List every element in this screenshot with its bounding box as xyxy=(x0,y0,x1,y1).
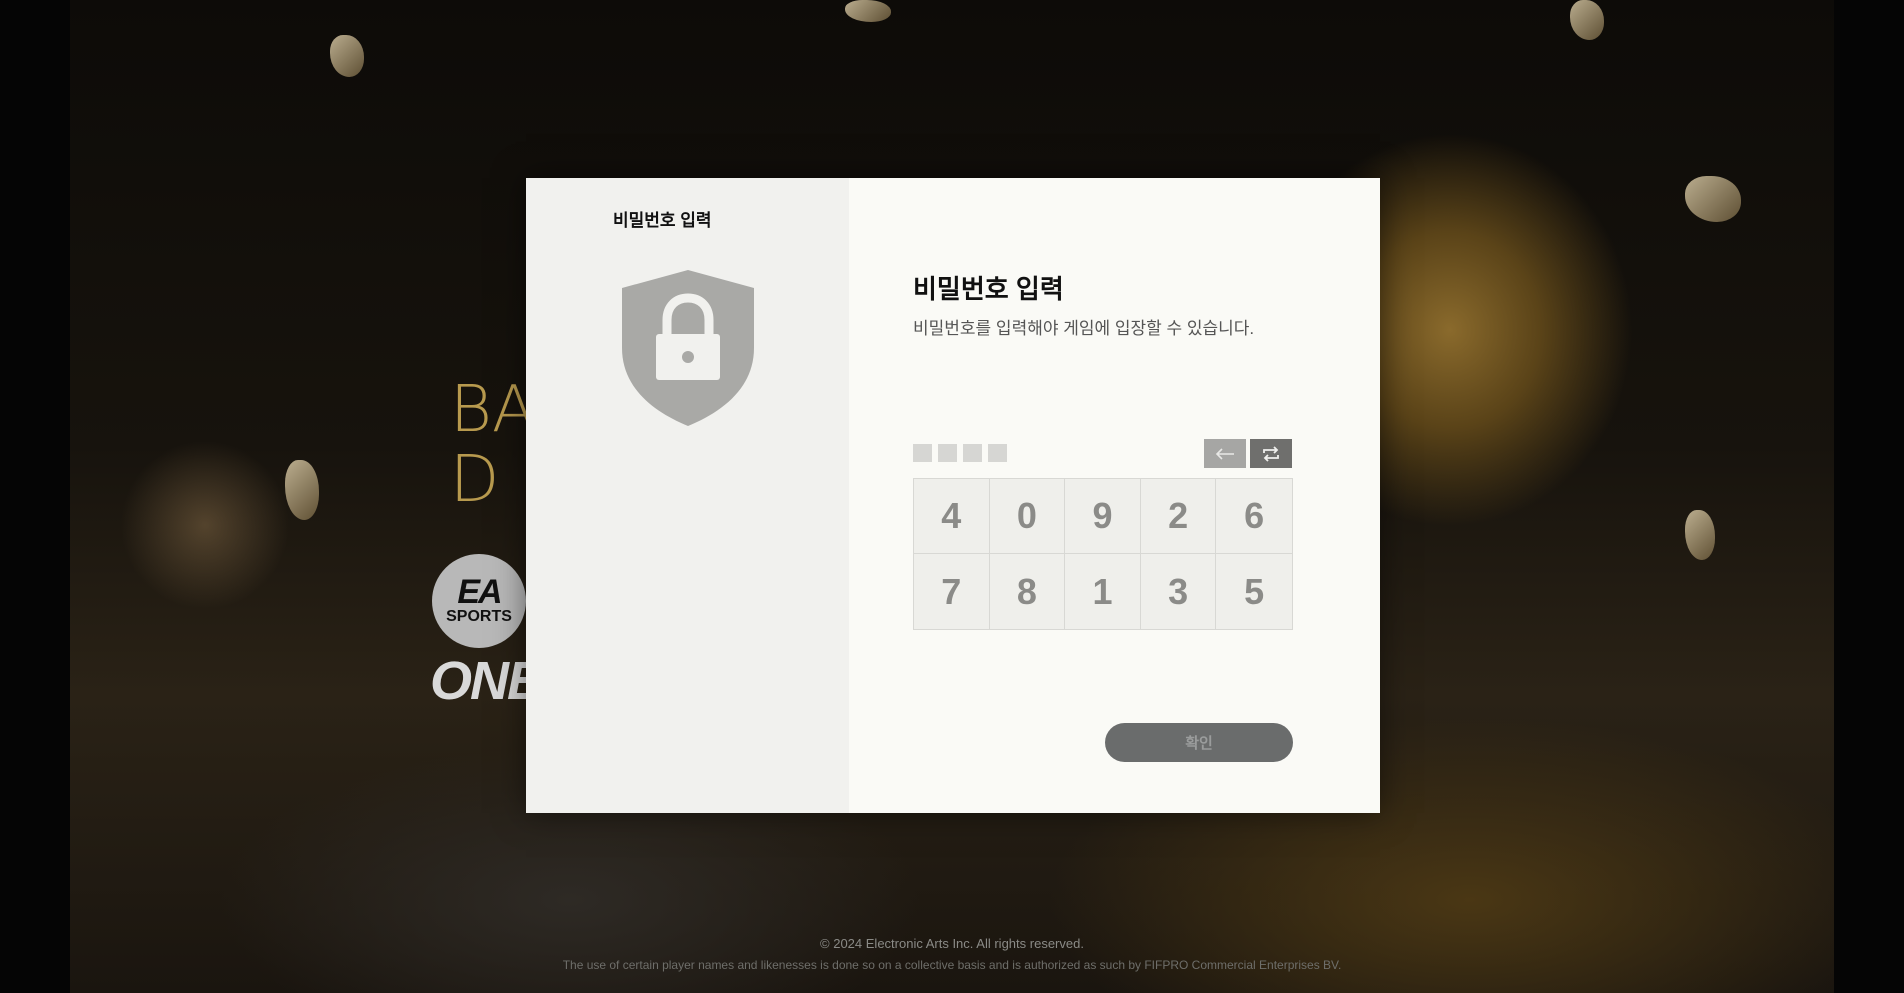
pin-slot xyxy=(913,444,932,462)
dialog-heading: 비밀번호 입력 xyxy=(913,274,1064,304)
ea-sports-logo: EA SPORTS xyxy=(432,554,526,648)
shuffle-keypad-button[interactable] xyxy=(1250,439,1292,468)
game-launcher-screen: BA D EA SPORTS ONE 비밀번호 입력 비밀번호 입력 비밀번호를… xyxy=(0,0,1904,993)
refresh-icon xyxy=(1263,445,1279,462)
backspace-button[interactable] xyxy=(1204,439,1246,468)
confirm-button[interactable]: 확인 xyxy=(1105,723,1293,762)
dialog-description: 비밀번호를 입력해야 게임에 입장할 수 있습니다. xyxy=(913,319,1255,338)
keypad-key[interactable]: 3 xyxy=(1140,554,1217,629)
keypad-key[interactable]: 7 xyxy=(914,554,990,629)
keypad-key[interactable]: 1 xyxy=(1065,554,1141,629)
pin-input-display xyxy=(913,444,1007,462)
brand-word: ONE xyxy=(430,651,543,711)
shield-lock-icon xyxy=(622,270,754,426)
copyright-text: © 2024 Electronic Arts Inc. All rights r… xyxy=(820,936,1084,951)
keypad-key[interactable]: 2 xyxy=(1140,479,1217,554)
dialog-sidebar: 비밀번호 입력 xyxy=(526,178,849,813)
license-notice-text: The use of certain player names and like… xyxy=(562,958,1342,972)
pin-slot xyxy=(988,444,1007,462)
number-keypad: 4 0 9 2 6 7 8 1 3 5 xyxy=(913,478,1293,630)
letterbox-left xyxy=(0,0,70,993)
keypad-key[interactable]: 0 xyxy=(989,479,1066,554)
dialog-content: 비밀번호 입력 비밀번호를 입력해야 게임에 입장할 수 있습니다. 4 0 9… xyxy=(849,178,1380,813)
pin-slot xyxy=(963,444,982,462)
ea-logo-text: EA xyxy=(457,573,502,611)
keypad-key[interactable]: 6 xyxy=(1216,479,1292,554)
keypad-key[interactable]: 4 xyxy=(914,479,990,554)
keypad-key[interactable]: 8 xyxy=(989,554,1066,629)
background-logo-text: BA D xyxy=(450,373,536,517)
arrow-left-icon xyxy=(1215,447,1234,460)
password-dialog: 비밀번호 입력 비밀번호 입력 비밀번호를 입력해야 게임에 입장할 수 있습니… xyxy=(526,178,1380,813)
dialog-sidebar-title: 비밀번호 입력 xyxy=(613,211,712,230)
keypad-key[interactable]: 9 xyxy=(1065,479,1141,554)
letterbox-right xyxy=(1834,0,1904,993)
pin-slot xyxy=(938,444,957,462)
sports-logo-text: SPORTS xyxy=(446,608,512,625)
keypad-key[interactable]: 5 xyxy=(1216,554,1292,629)
